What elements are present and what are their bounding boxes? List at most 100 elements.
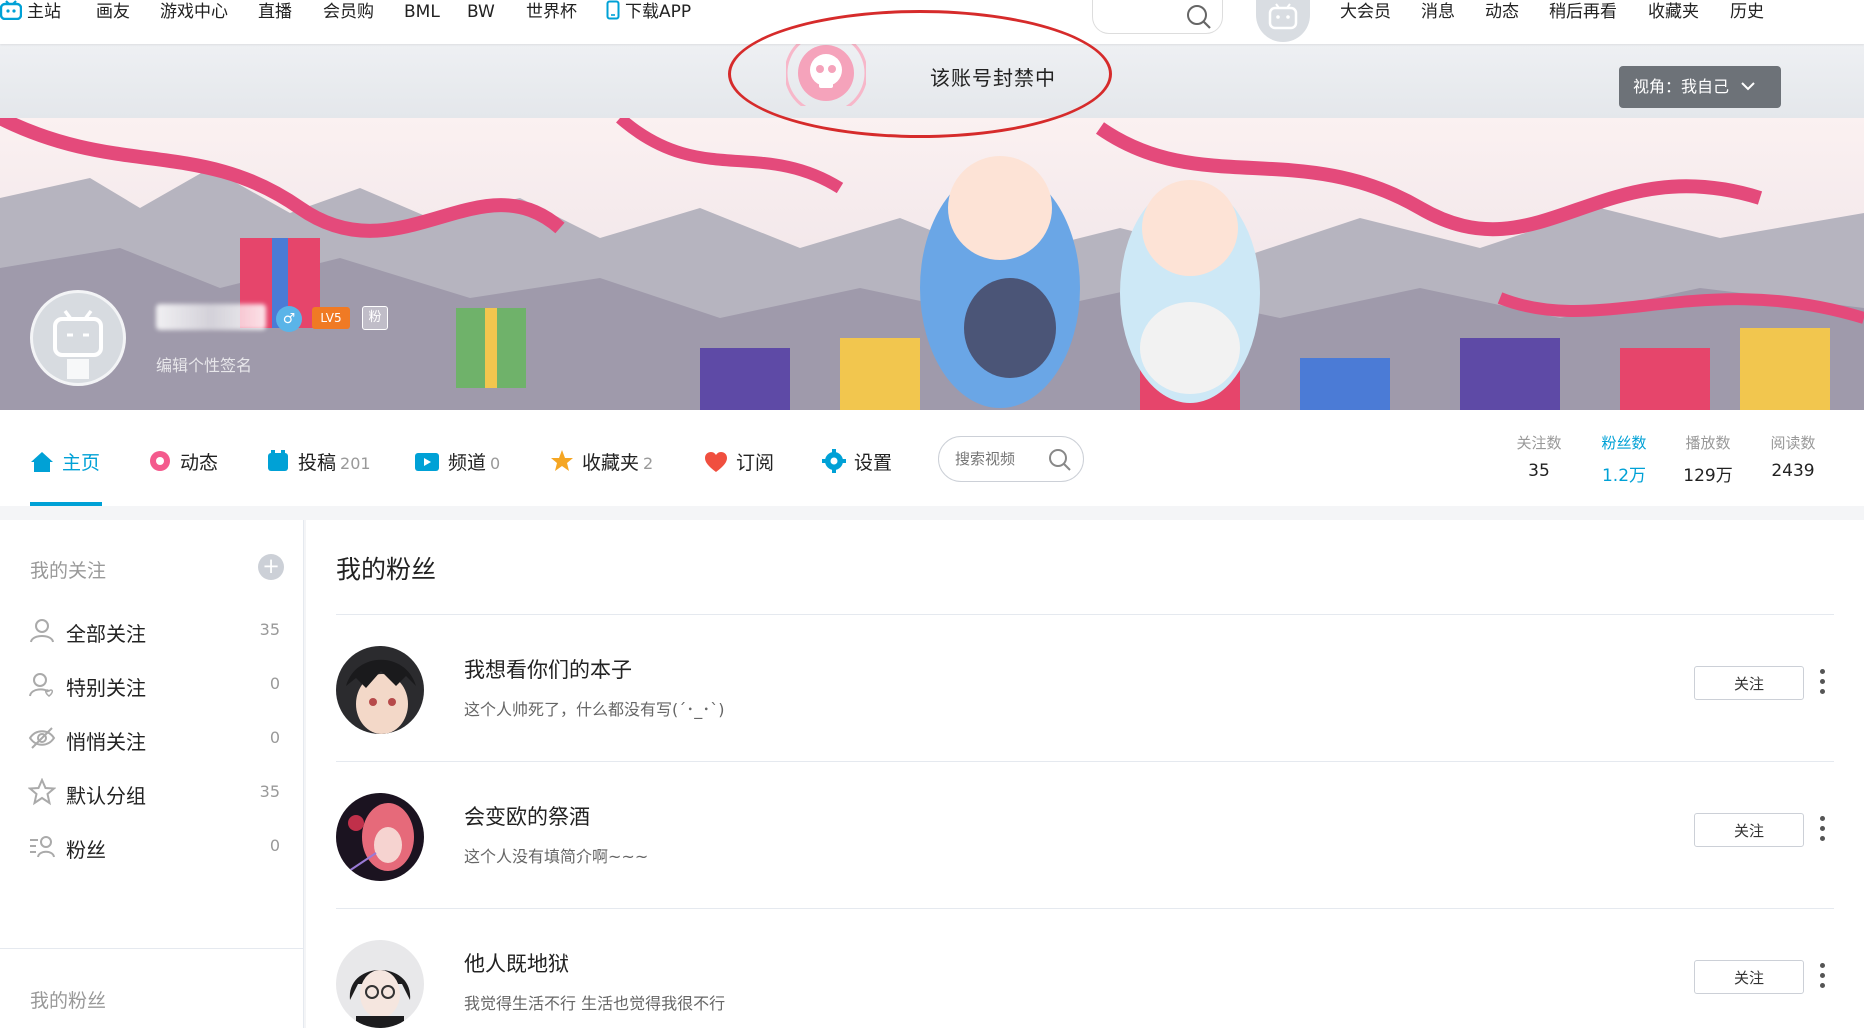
- nav-live[interactable]: 直播: [258, 0, 292, 26]
- sidebar-item-all-following[interactable]: 全部关注 35: [28, 610, 280, 650]
- stat-plays: 播放数 129万: [1673, 432, 1743, 486]
- active-tab-indicator: [30, 502, 102, 506]
- follow-button[interactable]: 关注: [1694, 813, 1804, 847]
- default-avatar-icon: [53, 309, 103, 379]
- user-icon: [28, 616, 56, 649]
- tab-favorites-count: 2: [643, 454, 654, 473]
- home-icon: [30, 451, 54, 478]
- nav-main-site-label: 主站: [27, 2, 61, 22]
- stat-reads: 阅读数 2439: [1758, 432, 1828, 481]
- nav-favorites[interactable]: 收藏夹: [1648, 0, 1699, 26]
- title-divider: [336, 614, 1834, 615]
- star-outline-icon: [27, 777, 57, 811]
- nav-vip[interactable]: 大会员: [1340, 0, 1391, 26]
- tab-subscribe[interactable]: 订阅: [704, 448, 774, 488]
- search-icon[interactable]: [1047, 447, 1073, 473]
- sidebar-item-count: 0: [269, 674, 280, 693]
- stat-following[interactable]: 关注数 35: [1504, 432, 1574, 481]
- more-options-icon[interactable]: [1812, 958, 1832, 996]
- top-search-box[interactable]: [1092, 0, 1223, 34]
- nav-bml[interactable]: BML: [404, 0, 440, 26]
- tab-favorites[interactable]: 收藏夹 2: [550, 448, 653, 488]
- fan-name[interactable]: 我想看你们的本子: [464, 654, 632, 684]
- settings-icon: [822, 449, 846, 478]
- list-item: 我想看你们的本子 这个人帅死了，什么都没有写(´･_･`) 关注: [336, 616, 1834, 762]
- username-redacted: [156, 304, 266, 330]
- perspective-dropdown[interactable]: 视角：我自己: [1619, 66, 1781, 108]
- sidebar-item-label: 特别关注: [66, 676, 146, 700]
- fan-name[interactable]: 会变欧的祭酒: [464, 801, 590, 831]
- nav-dynamics[interactable]: 动态: [1485, 0, 1519, 26]
- sidebar-item-count: 0: [269, 728, 280, 747]
- nav-history[interactable]: 历史: [1730, 0, 1764, 26]
- follow-button[interactable]: 关注: [1694, 666, 1804, 700]
- nav-bw[interactable]: BW: [467, 0, 495, 26]
- profile-tab-bar: 主页 动态 投稿201 频道0 收藏夹2 订阅 设置 关注数 35 粉: [0, 410, 1864, 506]
- annotation-circle: [728, 10, 1112, 138]
- tab-settings-label: 设置: [854, 452, 893, 474]
- follow-button[interactable]: 关注: [1694, 960, 1804, 994]
- nav-download-app[interactable]: 下载APP: [606, 0, 691, 26]
- tab-channel[interactable]: 频道 0: [414, 448, 500, 488]
- male-gender-icon: ♂: [276, 306, 302, 332]
- sidebar-item-secret[interactable]: 悄悄关注 0: [28, 718, 280, 758]
- sidebar-heading-fans: 我的粉丝: [30, 990, 107, 1012]
- sidebar-item-label: 悄悄关注: [66, 730, 146, 754]
- signature-field[interactable]: 编辑个性签名: [156, 352, 252, 376]
- fan-badge: 粉: [362, 306, 388, 330]
- nav-world-cup[interactable]: 世界杯: [526, 0, 577, 26]
- video-search-input[interactable]: [955, 449, 1045, 469]
- search-icon[interactable]: [1184, 2, 1214, 32]
- stat-fans[interactable]: 粉丝数 1.2万: [1589, 432, 1659, 486]
- nav-huayou[interactable]: 画友: [96, 0, 130, 26]
- stat-fans-label: 粉丝数: [1601, 434, 1647, 452]
- tab-channel-count: 0: [490, 454, 501, 473]
- fans-list-icon: [28, 832, 56, 865]
- stat-plays-label: 播放数: [1685, 434, 1731, 452]
- more-options-icon[interactable]: [1812, 811, 1832, 849]
- tab-subscribe-label: 订阅: [736, 452, 775, 474]
- nav-messages[interactable]: 消息: [1421, 0, 1455, 26]
- fans-panel: 我的粉丝 我想看你们的本子 这个人帅死了，什么都没有写(´･_･`) 关注 会变…: [306, 520, 1864, 1028]
- nav-main-site[interactable]: 主站: [0, 0, 61, 26]
- avatar[interactable]: [336, 940, 424, 1028]
- perspective-label: 视角：我自己: [1633, 77, 1730, 96]
- nav-member-shop[interactable]: 会员购: [323, 0, 374, 26]
- sidebar-item-special[interactable]: 特别关注 0: [28, 664, 280, 704]
- fan-bio: 这个人帅死了，什么都没有写(´･_･`): [464, 700, 725, 719]
- upload-icon: [266, 449, 290, 478]
- stat-fans-value: 1.2万: [1601, 466, 1647, 486]
- fan-name[interactable]: 他人既地狱: [464, 948, 569, 978]
- more-options-icon[interactable]: [1812, 664, 1832, 702]
- sidebar-item-fans[interactable]: 粉丝 0: [28, 826, 280, 866]
- sidebar-item-count: 0: [269, 836, 280, 855]
- sidebar-item-default-group[interactable]: 默认分组 35: [27, 772, 280, 812]
- tab-uploads[interactable]: 投稿 201: [266, 448, 371, 488]
- tab-home[interactable]: 主页: [30, 448, 100, 488]
- eye-hidden-icon: [28, 724, 56, 757]
- video-search-box[interactable]: [938, 436, 1084, 482]
- banner-illustration: [0, 118, 1864, 410]
- user-avatar[interactable]: [1256, 0, 1310, 42]
- add-group-button[interactable]: +: [258, 554, 284, 580]
- channel-icon: [414, 451, 440, 478]
- page-root: 主站 画友 游戏中心 直播 会员购 BML BW 世界杯 下载APP 大会员 消…: [0, 0, 1864, 1028]
- phone-icon: [606, 0, 620, 27]
- tab-settings[interactable]: 设置: [822, 448, 892, 488]
- sidebar-item-label: 全部关注: [66, 622, 146, 646]
- profile-banner: [0, 118, 1864, 410]
- nav-watch-later[interactable]: 稍后再看: [1549, 0, 1617, 26]
- special-user-icon: [28, 670, 56, 703]
- dynamic-icon: [148, 449, 172, 478]
- avatar[interactable]: [336, 646, 424, 734]
- avatar[interactable]: [336, 793, 424, 881]
- stat-reads-value: 2439: [1771, 461, 1815, 481]
- nav-game-center[interactable]: 游戏中心: [160, 0, 228, 26]
- tab-dynamic[interactable]: 动态: [148, 448, 218, 488]
- tab-dynamic-label: 动态: [180, 452, 219, 474]
- bilibili-logo-icon: [0, 0, 23, 27]
- follow-sidebar: 我的关注 + 全部关注 35 特别关注 0 悄悄关注 0 默认分组 35 粉丝 …: [0, 520, 304, 1028]
- profile-avatar[interactable]: [30, 290, 126, 386]
- default-avatar-icon: [1268, 3, 1298, 30]
- page-title: 我的粉丝: [336, 555, 437, 584]
